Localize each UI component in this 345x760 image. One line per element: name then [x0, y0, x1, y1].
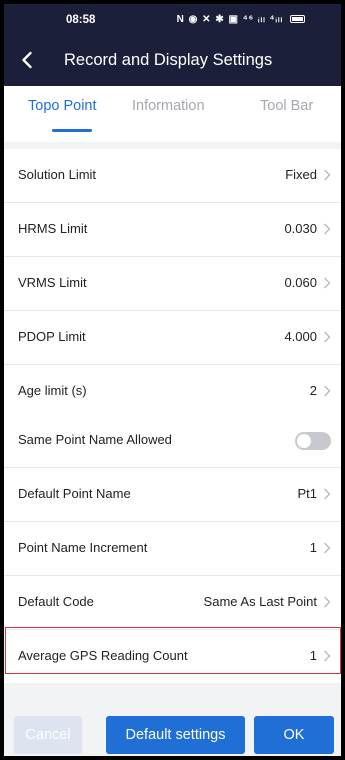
status-time: 08:58: [66, 14, 96, 26]
row-value: 4.000: [284, 329, 317, 344]
toggle-knob: [297, 434, 311, 448]
row-hrms-limit[interactable]: HRMS Limit 0.030: [4, 203, 341, 256]
app-header: 08:58 N ◉ ✕ ✱ ▣ ⁴⁶ ᵢₗₗ ⁴ᵢₗₗ Record and D…: [4, 4, 341, 86]
title-row: Record and Display Settings: [4, 46, 341, 80]
cancel-button[interactable]: Cancel: [14, 716, 82, 754]
row-pdop-limit[interactable]: PDOP Limit 4.000: [4, 311, 341, 364]
row-value: Fixed: [285, 167, 317, 182]
row-default-point-name[interactable]: Default Point Name Pt1: [4, 468, 341, 521]
tab-tool-bar[interactable]: Tool Bar: [260, 98, 313, 114]
chevron-right-icon: [324, 331, 331, 343]
row-label: VRMS Limit: [18, 275, 87, 290]
default-settings-button[interactable]: Default settings: [106, 716, 245, 754]
chevron-right-icon: [324, 488, 331, 500]
status-indicators: N ◉ ✕ ✱ ▣ ⁴⁶ ᵢₗₗ ⁴ᵢₗₗ: [176, 14, 284, 25]
chevron-right-icon: [324, 596, 331, 608]
row-label: Age limit (s): [18, 383, 87, 398]
battery-icon: [290, 15, 305, 24]
row-vrms-limit[interactable]: VRMS Limit 0.060: [4, 257, 341, 310]
status-bar: 08:58 N ◉ ✕ ✱ ▣ ⁴⁶ ᵢₗₗ ⁴ᵢₗₗ: [4, 4, 341, 38]
chevron-right-icon: [324, 385, 331, 397]
ok-button[interactable]: OK: [254, 716, 334, 754]
row-label: Point Name Increment: [18, 540, 148, 555]
chevron-right-icon: [324, 223, 331, 235]
row-label: Default Point Name: [18, 486, 131, 501]
status-icons: N ◉ ✕ ✱ ▣ ⁴⁶ ᵢₗₗ ⁴ᵢₗₗ: [177, 14, 305, 25]
row-same-point-name-allowed: Same Point Name Allowed: [4, 414, 341, 467]
same-point-name-toggle[interactable]: [295, 432, 331, 450]
page-title: Record and Display Settings: [64, 51, 273, 69]
row-default-code[interactable]: Default Code Same As Last Point: [4, 576, 341, 629]
row-value: Pt1: [297, 486, 317, 501]
row-point-name-increment[interactable]: Point Name Increment 1: [4, 522, 341, 575]
row-label: Default Code: [18, 594, 94, 609]
row-value: 2: [309, 383, 317, 398]
row-label: Solution Limit: [18, 167, 97, 182]
chevron-right-icon: [324, 169, 331, 181]
row-age-limit[interactable]: Age limit (s) 2: [4, 365, 341, 418]
tab-bar: Topo Point Information Tool Bar: [4, 86, 341, 142]
row-value: 0.030: [284, 221, 317, 236]
row-label: HRMS Limit: [18, 221, 88, 236]
row-label: PDOP Limit: [18, 329, 86, 344]
row-solution-limit[interactable]: Solution Limit Fixed: [4, 149, 341, 202]
chevron-right-icon: [324, 277, 331, 289]
tab-information[interactable]: Information: [132, 98, 205, 114]
back-arrow-icon[interactable]: [18, 50, 38, 70]
active-tab-indicator: [52, 129, 92, 132]
tab-topo-point[interactable]: Topo Point: [28, 98, 97, 114]
row-label: Same Point Name Allowed: [18, 432, 172, 447]
row-value: Same As Last Point: [203, 594, 317, 609]
row-value: 1: [309, 540, 317, 555]
highlight-box: [5, 627, 341, 674]
row-value: 0.060: [284, 275, 317, 290]
chevron-right-icon: [324, 542, 331, 554]
